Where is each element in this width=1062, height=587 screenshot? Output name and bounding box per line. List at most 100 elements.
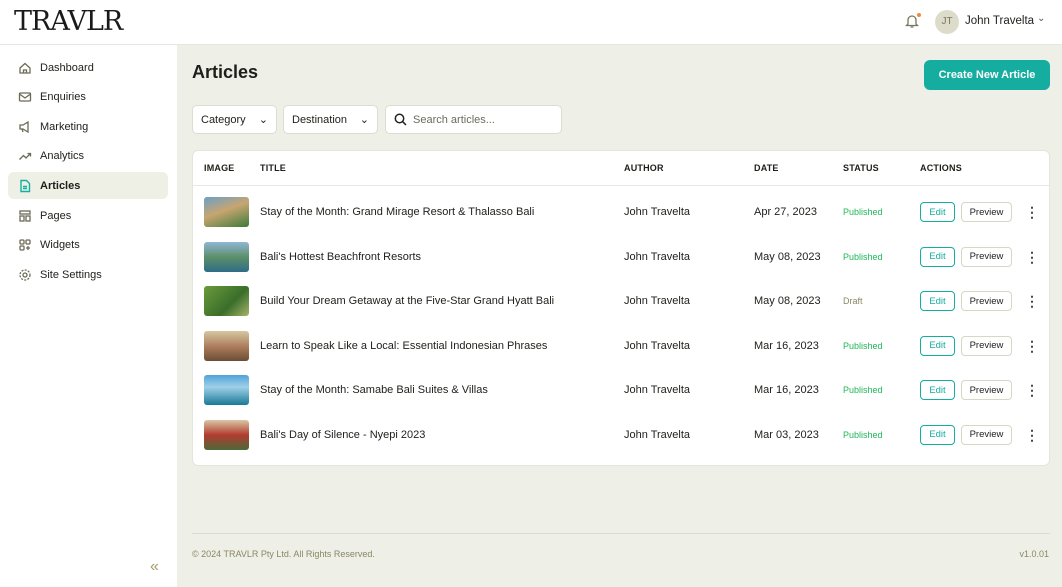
sidebar-item-dashboard[interactable]: Dashboard — [8, 54, 168, 81]
preview-button[interactable]: Preview — [961, 335, 1012, 356]
header-divider — [193, 185, 1049, 186]
sidebar-item-label: Widgets — [40, 239, 80, 252]
user-name[interactable]: John Travelta — [965, 15, 1034, 27]
article-author: John Travelta — [624, 339, 691, 352]
table-row: Stay of the Month: Grand Mirage Resort &… — [193, 190, 1049, 234]
preview-button[interactable]: Preview — [961, 246, 1012, 267]
sidebar-item-analytics[interactable]: Analytics — [8, 143, 168, 170]
edit-button[interactable]: Edit — [920, 246, 955, 267]
search-icon — [394, 113, 407, 126]
column-header-title: TITLE — [260, 163, 286, 173]
category-filter[interactable]: Category ⌄ — [192, 105, 277, 134]
sidebar-item-marketing[interactable]: Marketing — [8, 113, 168, 140]
article-title[interactable]: Learn to Speak Like a Local: Essential I… — [260, 340, 547, 352]
article-thumbnail — [204, 419, 249, 450]
article-title[interactable]: Stay of the Month: Samabe Bali Suites & … — [260, 384, 488, 396]
edit-button[interactable]: Edit — [920, 380, 955, 400]
preview-button[interactable]: Preview — [961, 202, 1012, 222]
more-options-icon[interactable]: ⋮ — [1025, 428, 1039, 442]
edit-button[interactable]: Edit — [920, 202, 955, 222]
avatar[interactable]: JT — [935, 10, 959, 34]
article-date: May 08, 2023 — [754, 295, 821, 307]
search-box — [385, 105, 562, 134]
article-author: John Travelta — [624, 384, 691, 396]
article-title[interactable]: Stay of the Month: Grand Mirage Resort &… — [260, 206, 534, 218]
status-badge: Published — [843, 207, 883, 217]
edit-button[interactable]: Edit — [920, 424, 955, 445]
travlr-logo[interactable]: TRAVLR — [14, 6, 123, 37]
megaphone-icon — [18, 120, 32, 134]
document-icon — [18, 179, 32, 193]
sidebar-item-pages[interactable]: Pages — [8, 202, 168, 229]
more-options-icon[interactable]: ⋮ — [1025, 383, 1039, 397]
collapse-sidebar-icon[interactable]: « — [150, 558, 159, 576]
status-badge: Published — [843, 385, 883, 395]
destination-filter[interactable]: Destination ⌄ — [283, 105, 378, 134]
version: v1.0.01 — [1019, 549, 1049, 559]
status-badge: Published — [843, 251, 883, 262]
sidebar-item-site-settings[interactable]: Site Settings — [8, 261, 168, 288]
article-title[interactable]: Build Your Dream Getaway at the Five-Sta… — [260, 295, 554, 307]
table-row: Learn to Speak Like a Local: Essential I… — [193, 324, 1049, 368]
article-date: Apr 27, 2023 — [754, 206, 817, 218]
sidebar-item-articles[interactable]: Articles — [8, 172, 168, 200]
column-header-status: STATUS — [843, 163, 879, 173]
preview-button[interactable]: Preview — [961, 424, 1012, 445]
sidebar-item-enquiries[interactable]: Enquiries — [8, 84, 168, 111]
edit-button[interactable]: Edit — [920, 291, 955, 311]
mail-icon — [18, 90, 32, 104]
table-row: Bali's Day of Silence - Nyepi 2023 John … — [193, 413, 1049, 457]
notification-bell-icon[interactable] — [904, 13, 921, 29]
chevron-down-icon[interactable]: ⌄ — [1037, 13, 1045, 24]
article-thumbnail — [204, 330, 249, 361]
top-header: TRAVLR JT John Travelta ⌄ — [0, 0, 1062, 45]
more-options-icon[interactable]: ⋮ — [1025, 339, 1039, 353]
status-badge: Published — [843, 429, 883, 440]
more-options-icon[interactable]: ⋮ — [1025, 294, 1039, 308]
preview-button[interactable]: Preview — [961, 380, 1012, 400]
chevron-down-icon: ⌄ — [258, 114, 268, 126]
chevron-down-icon: ⌄ — [359, 114, 369, 126]
sidebar-item-label: Dashboard — [40, 61, 94, 74]
article-author: John Travelta — [624, 206, 691, 218]
article-title[interactable]: Bali's Hottest Beachfront Resorts — [260, 251, 421, 263]
article-date: Mar 16, 2023 — [754, 384, 819, 396]
more-options-icon[interactable]: ⋮ — [1025, 205, 1039, 219]
copyright: © 2024 TRAVLR Pty Ltd. All Rights Reserv… — [192, 549, 375, 559]
table-row: Build Your Dream Getaway at the Five-Sta… — [193, 279, 1049, 323]
column-header-author: AUTHOR — [624, 163, 664, 173]
status-badge: Published — [843, 340, 883, 351]
create-new-article-button[interactable]: Create New Article — [924, 60, 1050, 90]
article-author: John Travelta — [624, 428, 691, 441]
table-row: Stay of the Month: Samabe Bali Suites & … — [193, 368, 1049, 412]
article-title[interactable]: Bali's Day of Silence - Nyepi 2023 — [260, 429, 425, 441]
home-icon — [18, 61, 32, 75]
sidebar-item-label: Site Settings — [40, 268, 102, 281]
category-label: Category — [201, 113, 246, 126]
table-row: Bali's Hottest Beachfront Resorts John T… — [193, 235, 1049, 279]
article-author: John Travelta — [624, 250, 691, 263]
notification-dot — [917, 13, 921, 17]
article-thumbnail — [204, 197, 249, 227]
status-badge: Draft — [843, 296, 863, 306]
column-header-image: IMAGE — [204, 163, 235, 173]
article-date: May 08, 2023 — [754, 250, 821, 263]
footer-divider — [192, 533, 1050, 534]
search-input[interactable] — [413, 113, 553, 126]
column-header-date: DATE — [754, 163, 779, 173]
article-date: Mar 16, 2023 — [754, 339, 819, 352]
article-date: Mar 03, 2023 — [754, 428, 819, 441]
sidebar-item-label: Enquiries — [40, 91, 86, 104]
preview-button[interactable]: Preview — [961, 291, 1012, 311]
column-header-actions: ACTIONS — [920, 163, 962, 173]
more-options-icon[interactable]: ⋮ — [1025, 250, 1039, 264]
sidebar-item-label: Analytics — [40, 150, 85, 163]
edit-button[interactable]: Edit — [920, 335, 955, 356]
gear-icon — [18, 268, 32, 282]
sidebar-item-label: Pages — [40, 209, 72, 222]
article-author: John Travelta — [624, 295, 691, 307]
destination-label: Destination — [292, 113, 348, 126]
page-title: Articles — [192, 62, 259, 82]
article-thumbnail — [204, 286, 249, 316]
sidebar-item-widgets[interactable]: Widgets — [8, 232, 168, 259]
